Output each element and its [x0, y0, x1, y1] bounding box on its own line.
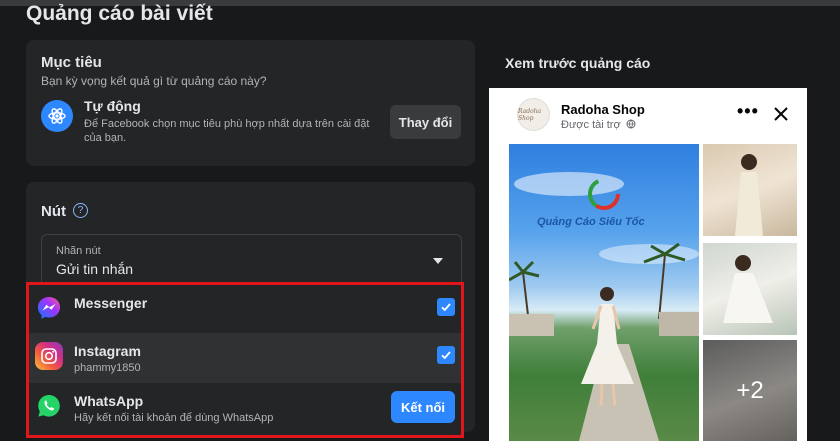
messenger-checkbox[interactable] [437, 298, 455, 316]
instagram-icon [35, 342, 63, 370]
channel-option-instagram[interactable]: Instagram phammy1850 [29, 333, 461, 383]
channel-sub: Hãy kết nối tài khoản để dùng WhatsApp [74, 412, 274, 424]
globe-icon [626, 119, 636, 129]
change-goal-button[interactable]: Thay đổi [390, 105, 461, 139]
channel-name: Instagram [74, 343, 141, 359]
instagram-checkbox[interactable] [437, 346, 455, 364]
select-label: Nhãn nút [56, 245, 101, 257]
select-value: Gửi tin nhắn [56, 261, 134, 277]
messenger-icon [35, 294, 63, 322]
avatar-logo-text: Radoha Shop [518, 107, 542, 122]
preview-title: Xem trước quảng cáo [505, 55, 651, 71]
goal-question: Bạn kỳ vọng kết quả gì từ quảng cáo này? [41, 74, 267, 88]
more-options-icon[interactable]: ••• [737, 102, 759, 120]
ad-thumbnail-2[interactable] [703, 243, 797, 335]
channel-option-messenger[interactable]: Messenger [29, 285, 461, 335]
caret-down-icon [433, 258, 443, 264]
ad-main-image[interactable]: Quảng Cáo Siêu Tốc [509, 144, 699, 441]
channel-sub: phammy1850 [74, 362, 141, 374]
page-name: Radoha Shop [561, 102, 645, 117]
goal-option-desc: Để Facebook chọn mục tiêu phù hợp nhất d… [84, 118, 370, 144]
atom-icon [41, 100, 73, 132]
button-label-select[interactable]: Nhãn nút Gửi tin nhắn [41, 234, 462, 288]
help-icon[interactable]: ? [73, 203, 88, 218]
goal-option-name: Tự động [84, 98, 141, 114]
close-icon[interactable] [773, 106, 789, 122]
page-avatar: Radoha Shop [517, 98, 550, 131]
ad-thumbnail-3[interactable]: +2 [703, 340, 797, 441]
connect-whatsapp-button[interactable]: Kết nối [391, 391, 455, 423]
channel-name: WhatsApp [74, 393, 144, 409]
watermark-text: Quảng Cáo Siêu Tốc [537, 216, 645, 228]
page-title: Quảng cáo bài viết [26, 2, 213, 25]
button-section-title: Nút [41, 203, 66, 220]
channel-dropdown: Messenger Instagram phammy1850 WhatsApp … [26, 282, 464, 438]
goal-title: Mục tiêu [41, 54, 102, 71]
whatsapp-icon [35, 392, 63, 420]
ad-thumbnail-1[interactable] [703, 144, 797, 236]
sponsored-label: Được tài trợ [561, 119, 636, 131]
channel-option-whatsapp: WhatsApp Hãy kết nối tài khoản để dùng W… [29, 383, 461, 433]
ad-preview: Radoha Shop Radoha Shop Được tài trợ ••• [489, 88, 807, 441]
more-images-count: +2 [703, 340, 797, 441]
channel-name: Messenger [74, 295, 148, 311]
